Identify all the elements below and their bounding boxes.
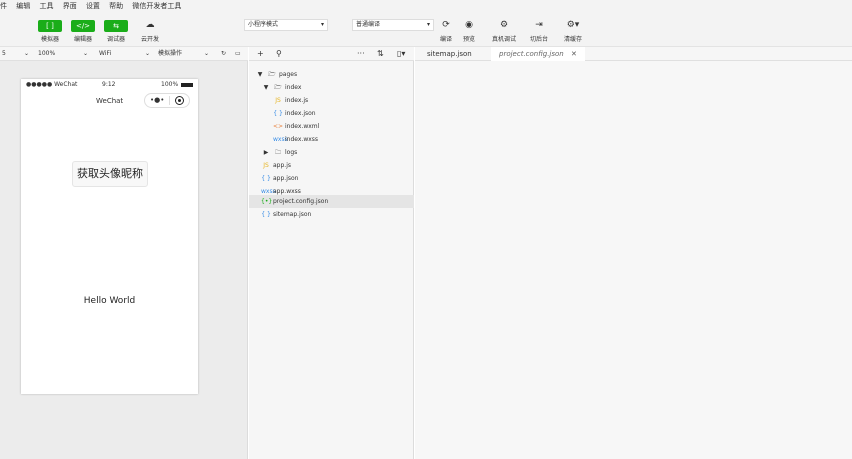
layout-icon[interactable]: ▯▾: [397, 47, 405, 61]
simulator-toolbar: 5 ⌄ 100% ⌄ WiFi ⌄ 模拟操作 ⌄ ↻ ▭: [0, 47, 248, 61]
config-file-icon: {•}: [261, 198, 273, 205]
capsule-divider: [169, 96, 170, 105]
wxss-file-icon: wxss: [273, 136, 288, 143]
clear-cache-icon[interactable]: ⚙▾: [563, 19, 583, 31]
chevron-down-icon: ⌄: [145, 50, 151, 57]
compile-select[interactable]: 普通编译 ▾: [352, 19, 434, 31]
rotate-icon[interactable]: ↻: [221, 47, 226, 61]
action-select[interactable]: 模拟操作: [158, 47, 182, 61]
close-icon[interactable]: ✕: [571, 50, 577, 58]
status-bar: ●●●●● WeChat 9:12 100%: [21, 79, 198, 91]
tree-file-index-js[interactable]: JS index.js: [249, 94, 414, 107]
real-device-debug-icon[interactable]: ⚙: [497, 19, 511, 31]
js-file-icon: JS: [275, 97, 281, 104]
editor-label: 编辑器: [73, 36, 92, 43]
menu-item-help[interactable]: 帮助: [109, 0, 123, 12]
menu-item-settings[interactable]: 设置: [86, 0, 100, 12]
editor-toggle-button[interactable]: </>: [71, 20, 95, 32]
tree-folder-logs[interactable]: ▶ 🗀 logs: [249, 146, 414, 159]
battery-percent: 100%: [161, 81, 179, 88]
tab-sitemap-json[interactable]: sitemap.json: [419, 47, 480, 61]
carrier-text: ●●●●● WeChat: [26, 81, 78, 88]
menu-capsule[interactable]: •●•: [144, 93, 190, 108]
editor-tab-bar: sitemap.json project.config.json ✕: [415, 47, 852, 61]
debugger-toggle-button[interactable]: ⇆: [104, 20, 128, 32]
chevron-down-icon: ⌄: [83, 50, 89, 57]
menu-item-file[interactable]: 件: [0, 0, 7, 12]
tree-folder-index[interactable]: ▼ 🗁 index: [249, 81, 414, 94]
debugger-label: 调试器: [106, 36, 125, 43]
compile-icon[interactable]: ⟳: [439, 19, 453, 31]
tree-file-app-json[interactable]: { } app.json: [249, 172, 414, 185]
search-icon[interactable]: ⚲: [276, 47, 282, 61]
main-toolbar: [ ] 模拟器 </> 编辑器 ⇆ 调试器 ☁ 云开发 小程序模式 ▾ 普通编译…: [0, 12, 852, 47]
menu-item-devtools[interactable]: 微信开发者工具: [132, 0, 181, 12]
json-file-icon: { }: [261, 175, 271, 182]
nav-title: WeChat: [96, 97, 124, 105]
cloud-icon[interactable]: ☁: [142, 19, 158, 31]
add-icon[interactable]: +: [257, 47, 264, 61]
chevron-down-icon: ⌄: [24, 50, 30, 57]
get-avatar-button[interactable]: 获取头像昵称: [72, 161, 148, 187]
simulator-toggle-button[interactable]: [ ]: [38, 20, 62, 32]
real-device-debug-label: 真机调试: [491, 36, 516, 43]
editor-area[interactable]: [415, 61, 852, 459]
more-dots-icon[interactable]: •●•: [150, 94, 164, 107]
menu-item-view[interactable]: 界面: [63, 0, 77, 12]
zoom-select[interactable]: 100%: [38, 47, 55, 61]
popout-icon[interactable]: ▭: [235, 47, 241, 61]
compile-select-value: 普通编译: [356, 21, 381, 28]
tab-project-config-json[interactable]: project.config.json ✕: [491, 47, 585, 61]
hello-text: Hello World: [83, 296, 136, 306]
background-switch-icon[interactable]: ⇥: [532, 19, 546, 31]
caret-down-icon: ▼: [263, 84, 269, 91]
js-file-icon: JS: [263, 162, 269, 169]
devtools-window: 件 编辑 工具 界面 设置 帮助 微信开发者工具 [ ] 模拟器 </> 编辑器…: [0, 0, 852, 459]
chevron-down-icon: ▾: [320, 21, 324, 28]
json-file-icon: { }: [261, 211, 271, 218]
folder-open-icon: 🗁: [274, 84, 282, 91]
sort-icon[interactable]: ⇅: [377, 47, 384, 61]
file-explorer: ▼ 🗁 pages ▼ 🗁 index JS index.js { } index.json…: [249, 61, 414, 459]
phone-screen[interactable]: ●●●●● WeChat 9:12 100% WeChat •●• 获取头像昵称…: [21, 79, 198, 394]
network-select[interactable]: WiFi: [99, 47, 111, 61]
background-switch-label: 切后台: [529, 36, 548, 43]
chevron-down-icon: ▾: [426, 21, 430, 28]
chevron-down-icon: ⌄: [204, 50, 210, 57]
tree-file-sitemap-json[interactable]: { } sitemap.json: [249, 208, 414, 221]
tree-file-project-config[interactable]: {•}project.config.json: [249, 195, 414, 208]
preview-label: 预览: [462, 36, 475, 43]
folder-open-icon: 🗁: [268, 71, 276, 78]
status-time: 9:12: [102, 81, 116, 88]
close-target-icon[interactable]: [175, 96, 184, 105]
caret-down-icon: ▼: [257, 71, 263, 78]
cloud-dev-label: 云开发: [140, 36, 159, 43]
tree-file-index-wxml[interactable]: <> index.wxml: [249, 120, 414, 133]
device-select[interactable]: 5: [2, 47, 6, 61]
tree-folder-pages[interactable]: ▼ 🗁 pages: [249, 68, 414, 81]
clear-cache-label: 清缓存: [563, 36, 582, 43]
menu-item-tools[interactable]: 工具: [39, 0, 53, 12]
wxml-file-icon: <>: [273, 123, 284, 130]
tree-file-index-json[interactable]: { } index.json: [249, 107, 414, 120]
mode-select[interactable]: 小程序模式 ▾: [244, 19, 328, 31]
battery-icon: [181, 83, 193, 87]
caret-right-icon: ▶: [263, 149, 269, 156]
explorer-toolbar: + ⚲ ··· ⇅ ▯▾: [249, 47, 414, 61]
json-file-icon: { }: [273, 110, 283, 117]
folder-icon: 🗀: [274, 149, 281, 156]
compile-label: 编译: [439, 36, 452, 43]
more-icon[interactable]: ···: [357, 47, 365, 61]
tree-file-index-wxss[interactable]: wxssindex.wxss: [249, 133, 414, 146]
simulator-label: 模拟器: [40, 36, 59, 43]
preview-eye-icon[interactable]: ◉: [462, 19, 476, 31]
mode-select-value: 小程序模式: [248, 21, 279, 28]
tree-file-app-js[interactable]: JS app.js: [249, 159, 414, 172]
menu-item-edit[interactable]: 编辑: [16, 0, 30, 12]
menu-bar: 件 编辑 工具 界面 设置 帮助 微信开发者工具: [0, 0, 852, 12]
